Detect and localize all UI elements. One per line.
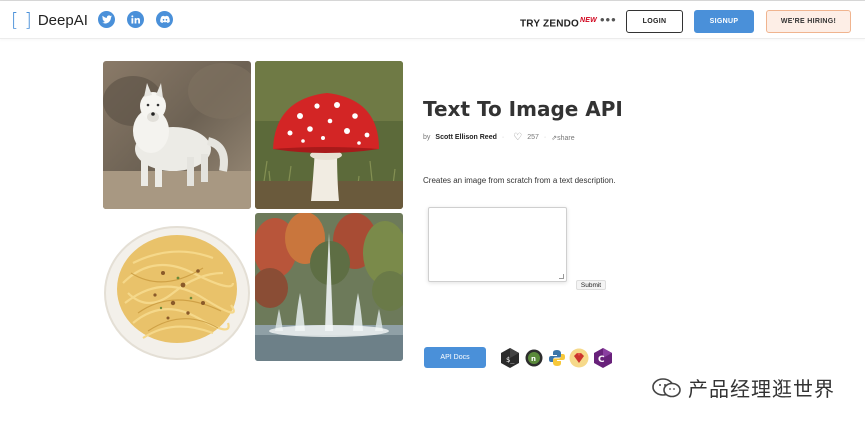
api-description: Creates an image from scratch from a tex… (423, 176, 616, 185)
heart-icon[interactable]: ♡ (513, 132, 522, 143)
new-badge: NEW (580, 17, 597, 24)
try-zendo-label: TRY ZENDO (520, 18, 580, 30)
page-title: Text To Image API (423, 97, 623, 121)
submit-button[interactable]: Submit (576, 280, 606, 290)
more-menu-icon[interactable]: ••• (600, 12, 617, 27)
share-link[interactable]: ⇗share (551, 134, 574, 142)
share-label: share (557, 134, 575, 142)
login-button[interactable]: LOGIN (626, 10, 683, 33)
signup-button[interactable]: SIGNUP (694, 10, 754, 33)
ruby-icon[interactable] (569, 347, 589, 368)
svg-text:$_: $_ (506, 356, 515, 364)
hiring-button[interactable]: WE'RE HIRING! (766, 10, 851, 33)
example-image-fountain (255, 213, 403, 361)
nodejs-icon[interactable]: n (524, 347, 544, 368)
bash-icon[interactable]: $_ (500, 347, 520, 368)
logo-bracket-left: [ (11, 9, 19, 31)
separator: · (543, 134, 547, 141)
svg-text:n: n (531, 355, 536, 363)
watermark: 产品经理逛世界 (652, 373, 835, 402)
linkedin-icon[interactable] (127, 11, 144, 28)
api-meta: by Scott Ellison Reed · ♡ 257 · ⇗share (423, 132, 575, 143)
like-count: 257 (527, 134, 539, 141)
text-description-input[interactable] (428, 207, 567, 282)
api-docs-button[interactable]: API Docs (424, 347, 486, 368)
by-label: by (423, 134, 431, 141)
example-image-mushroom (255, 61, 403, 209)
author-link[interactable]: Scott Ellison Reed (435, 134, 496, 141)
watermark-text: 产品经理逛世界 (688, 377, 835, 401)
deepai-logo[interactable]: [ ] DeepAI (11, 9, 88, 31)
site-header: [ ] DeepAI TRY ZENDONEW ••• LOGIN SIGNUP… (0, 1, 865, 39)
svg-text:C: C (598, 355, 605, 365)
python-icon[interactable] (547, 347, 567, 368)
resize-handle-icon[interactable] (559, 274, 564, 279)
try-zendo-link[interactable]: TRY ZENDONEW (520, 17, 597, 29)
discord-icon[interactable] (156, 11, 173, 28)
example-image-wolf (103, 61, 251, 209)
logo-name: DeepAI (37, 11, 88, 29)
wechat-icon (652, 377, 681, 397)
twitter-icon[interactable] (98, 11, 115, 28)
csharp-icon[interactable]: C (593, 347, 613, 368)
example-image-grid (103, 61, 403, 362)
logo-bracket-right: ] (24, 9, 32, 31)
separator: · (501, 134, 505, 141)
example-image-pasta (103, 213, 251, 361)
